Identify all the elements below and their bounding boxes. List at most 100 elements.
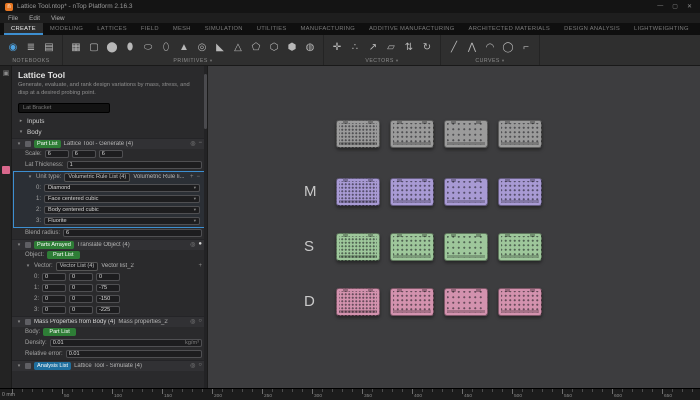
plus-icon[interactable]: + (190, 174, 194, 180)
panel-scrollbar[interactable] (204, 66, 207, 388)
lattice-part-face-centered-cubic-base[interactable] (390, 120, 434, 148)
badge-volumetric-rule-list-4[interactable]: Volumetric Rule List (4) (64, 173, 130, 182)
input-3[interactable]: 0 (69, 306, 93, 314)
tab-utilities[interactable]: UTILITIES (250, 23, 294, 35)
capsule-icon[interactable]: ⬯ (159, 43, 173, 53)
tab-architected-materials[interactable]: ARCHITECTED MATERIALS (462, 23, 558, 35)
chevron-icon[interactable]: ▸ (18, 118, 24, 124)
tree-row-unit-type[interactable]: ▾Unit type:Volumetric Rule List (4)Volum… (14, 172, 205, 183)
polyhedron-icon[interactable]: ⬡ (267, 43, 281, 53)
wedge-icon[interactable]: ◣ (213, 43, 227, 53)
tab-modeling[interactable]: MODELING (43, 23, 90, 35)
minus-icon[interactable]: − (198, 140, 202, 147)
toolbar-label-curves[interactable]: CURVES▾ (447, 58, 533, 64)
lattice-part-diamond-D[interactable] (336, 288, 380, 316)
input-scale[interactable]: 6 (99, 150, 123, 158)
chevron-icon[interactable]: ▾ (27, 174, 33, 180)
section-body[interactable]: ▾Body (12, 127, 207, 138)
input-density[interactable]: 0.01kg/m³ (50, 339, 202, 347)
notebook-list-icon[interactable]: ≣ (24, 43, 38, 53)
circle-icon[interactable]: ○ (198, 318, 202, 325)
chevron-icon[interactable]: ▾ (16, 319, 22, 325)
mesh-sphere-icon[interactable]: ◍ (303, 43, 317, 53)
point-cloud-icon[interactable]: ∴ (348, 43, 362, 53)
input-2[interactable]: 0 (42, 295, 66, 303)
chevron-icon[interactable]: ▾ (25, 263, 31, 269)
tree-row-2[interactable]: 2:00-150 (12, 294, 207, 305)
rounded-box-icon[interactable]: ▢ (87, 43, 101, 53)
prism-icon[interactable]: ⬠ (249, 43, 263, 53)
dodecahedron-icon[interactable]: ⬢ (285, 43, 299, 53)
tree-row-mass-properties-from-body-4[interactable]: ▾Mass Properties from Body (4)Mass prope… (12, 316, 207, 327)
plane-icon[interactable]: ▱ (384, 43, 398, 53)
minimize-button[interactable]: — (657, 3, 663, 10)
tree-row-3[interactable]: 3:Fluorite▾ (14, 216, 205, 227)
tree-row-body[interactable]: Body:Part List (12, 327, 207, 338)
polyline-icon[interactable]: ⋀ (465, 43, 479, 53)
ntop-logo-icon[interactable]: ◉ (6, 43, 20, 53)
lattice-part-fluorite-M[interactable] (498, 178, 542, 206)
cylinder-icon[interactable]: ⬭ (141, 43, 155, 53)
minus-icon[interactable]: − (196, 174, 200, 180)
select-face-centered-cubic[interactable]: Face centered cubic▾ (44, 195, 200, 203)
dot-icon[interactable]: ● (198, 241, 202, 248)
input-2[interactable]: 0 (69, 295, 93, 303)
section-inputs[interactable]: ▸Inputs (12, 116, 207, 127)
menu-view[interactable]: View (51, 15, 65, 22)
tab-field[interactable]: FIELD (134, 23, 166, 35)
lattice-part-body-centered-cubic-M[interactable] (444, 178, 488, 206)
box-icon[interactable]: ▦ (69, 43, 83, 53)
reference-pill-part-list[interactable]: Part List (43, 328, 76, 336)
lattice-part-face-centered-cubic-M[interactable] (390, 178, 434, 206)
lattice-part-body-centered-cubic-base[interactable] (444, 120, 488, 148)
lattice-part-diamond-base[interactable] (336, 120, 380, 148)
lattice-part-face-centered-cubic-S[interactable] (390, 233, 434, 261)
tree-row-0[interactable]: 0:Diamond▾ (14, 183, 205, 194)
lattice-part-fluorite-D[interactable] (498, 288, 542, 316)
cone-icon[interactable]: ▲ (177, 43, 191, 53)
tree-row-blend-radius[interactable]: Blend radius:6 (12, 228, 207, 239)
tree-row-scale[interactable]: Scale:666 (12, 149, 207, 160)
input-scale[interactable]: 6 (72, 150, 96, 158)
tab-manufacturing[interactable]: MANUFACTURING (294, 23, 362, 35)
input-0[interactable]: 0 (69, 273, 93, 281)
circle-icon[interactable]: ○ (198, 362, 202, 369)
tree-row-1[interactable]: 1:Face centered cubic▾ (14, 194, 205, 205)
tab-lattices[interactable]: LATTICES (90, 23, 134, 35)
line-icon[interactable]: ╱ (447, 43, 461, 53)
probe-icon[interactable]: ◎ (190, 241, 195, 248)
tab-design-analysis[interactable]: DESIGN ANALYSIS (557, 23, 627, 35)
ellipsoid-icon[interactable]: ⬮ (123, 43, 137, 53)
tree-row-3[interactable]: 3:00-225 (12, 305, 207, 316)
probe-icon[interactable]: ◎ (190, 318, 195, 325)
corner-sketch-icon[interactable]: ⌐ (519, 43, 533, 53)
toolbar-label-vectors[interactable]: VECTORS▾ (330, 58, 434, 64)
input-lat-thickness[interactable]: 1 (67, 161, 202, 169)
lattice-part-diamond-M[interactable] (336, 178, 380, 206)
tree-row-density[interactable]: Density:0.01kg/m³ (12, 338, 207, 349)
input-0[interactable]: 0 (96, 273, 120, 281)
input-3[interactable]: 0 (42, 306, 66, 314)
select-body-centered-cubic[interactable]: Body centered cubic▾ (44, 206, 200, 214)
badge-part-list[interactable]: Part List (34, 140, 61, 148)
swap-vectors-icon[interactable]: ⇅ (402, 43, 416, 53)
tree-row-0[interactable]: 0:000 (12, 272, 207, 283)
input-1[interactable]: -75 (96, 284, 120, 292)
lattice-part-fluorite-S[interactable] (498, 233, 542, 261)
badge-parts-arrayed[interactable]: Parts Arrayed (34, 241, 74, 249)
axes-icon[interactable]: ✛ (330, 43, 344, 53)
scrollbar-thumb[interactable] (204, 74, 207, 129)
chevron-icon[interactable]: ▾ (18, 129, 24, 135)
badge-vector-list-4[interactable]: Vector List (4) (56, 262, 99, 271)
lattice-part-fluorite-base[interactable] (498, 120, 542, 148)
maximize-button[interactable]: ▢ (672, 3, 678, 10)
select-diamond[interactable]: Diamond▾ (44, 184, 200, 192)
reference-pill-part-list[interactable]: Part List (47, 251, 80, 259)
menu-file[interactable]: File (8, 15, 18, 22)
rotate-vector-icon[interactable]: ↻ (420, 43, 434, 53)
pyramid-icon[interactable]: △ (231, 43, 245, 53)
section-marker-swatch[interactable] (2, 166, 10, 174)
menu-edit[interactable]: Edit (29, 15, 40, 22)
select-fluorite[interactable]: Fluorite▾ (44, 217, 200, 225)
notebook-tab-icon[interactable]: ▣ (2, 70, 10, 78)
